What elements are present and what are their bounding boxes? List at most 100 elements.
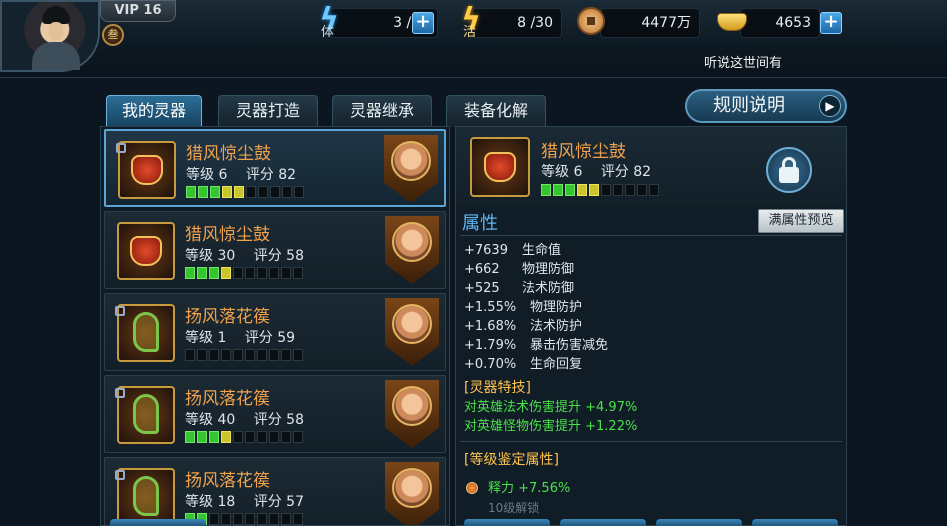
gold-ingot-icon [715, 5, 749, 39]
hero-portrait-icon[interactable] [385, 298, 439, 366]
artifact-name: 扬风落花篌 [185, 471, 270, 491]
tab-my-artifacts[interactable]: 我的灵器 [106, 95, 202, 127]
bottom-action-button[interactable] [752, 519, 838, 526]
hero-portrait-icon[interactable] [384, 135, 438, 203]
rules-button[interactable]: 规则说明 ▶ [685, 89, 847, 123]
artifact-list-item[interactable]: 扬风落花篌 等级 18 评分 57 [104, 457, 446, 525]
progress-pip [281, 513, 291, 525]
progress-pip [197, 349, 207, 361]
artifact-level: 等级 6 [186, 167, 228, 183]
rank-badge: 叁 [102, 24, 124, 46]
skill-list: 对英雄法术伤害提升 +4.97% 对英雄怪物伤害提升 +1.22% [464, 398, 637, 436]
progress-pip [197, 267, 207, 279]
coin-value: 4477万 [641, 15, 691, 31]
progress-pip [221, 267, 231, 279]
rules-button-label: 规则说明 [713, 95, 785, 116]
lock-icon [115, 388, 125, 398]
progress-pip [245, 349, 255, 361]
attribute-row: +7639 生命值 [464, 243, 562, 258]
artifact-level: 等级 40 [185, 412, 236, 428]
add-ingot-button[interactable]: + [820, 12, 842, 34]
progress-pip [577, 184, 587, 196]
attribute-row: +1.55% 物理防护 [464, 300, 583, 315]
bottom-action-button[interactable] [110, 519, 206, 526]
progress-pip [625, 184, 635, 196]
progress-pip [281, 349, 291, 361]
artifact-list-item[interactable]: 猎风惊尘鼓 等级 6 评分 82 [104, 129, 446, 207]
progress-pip [269, 267, 279, 279]
progress-pip [245, 431, 255, 443]
lock-toggle-button[interactable] [766, 147, 812, 193]
top-bar: VIP 16 叁 ϟ体 3 /60 + ϟ活 8 /30 4477万 4653 … [0, 0, 947, 78]
bottom-action-button[interactable] [464, 519, 550, 526]
progress-pip [233, 267, 243, 279]
grade-attribute-heading: [等级鉴定属性] [464, 452, 559, 468]
upgrade-progress-pips [185, 267, 303, 279]
artifact-name: 扬风落花篌 [185, 389, 270, 409]
attribute-row: +525 法术防御 [464, 281, 575, 296]
progress-pip [186, 186, 196, 198]
progress-pip [209, 267, 219, 279]
progress-pip [221, 513, 231, 525]
progress-pip [293, 431, 303, 443]
progress-pip [257, 267, 267, 279]
chevron-right-icon: ▶ [819, 95, 841, 117]
detail-progress-pips [541, 184, 659, 196]
hero-portrait-icon[interactable] [385, 216, 439, 284]
progress-pip [565, 184, 575, 196]
lock-icon [116, 143, 126, 153]
progress-pip [185, 431, 195, 443]
lock-icon [115, 470, 125, 480]
progress-pip [293, 349, 303, 361]
progress-pip [269, 431, 279, 443]
progress-pip [245, 267, 255, 279]
detail-level: 等级 6 [541, 164, 583, 180]
artifact-list[interactable]: 猎风惊尘鼓 等级 6 评分 82 猎风惊尘鼓 等级 30 评分 58 扬风落花篌… [100, 126, 450, 526]
artifact-score: 评分 82 [245, 167, 297, 183]
artifact-list-item[interactable]: 扬风落花篌 等级 1 评分 59 [104, 293, 446, 371]
progress-pip [294, 186, 304, 198]
vip-badge[interactable]: VIP 16 [100, 0, 176, 22]
artifact-list-item[interactable]: 扬风落花篌 等级 40 评分 58 [104, 375, 446, 453]
progress-pip [601, 184, 611, 196]
progress-pip [234, 186, 244, 198]
detail-score: 评分 82 [600, 164, 652, 180]
upgrade-progress-pips [186, 186, 304, 198]
progress-pip [257, 431, 267, 443]
vigor-bolt-icon: ϟ活 [461, 2, 481, 41]
announcement-marquee: 听说这世间有 [704, 56, 783, 71]
tab-artifact-inherit[interactable]: 灵器继承 [332, 95, 432, 127]
artifact-score: 评分 58 [253, 412, 304, 428]
divider [460, 235, 842, 236]
artifact-score: 评分 58 [253, 248, 304, 264]
progress-pip [281, 431, 291, 443]
full-attribute-preview-button[interactable]: 满属性预览 [758, 209, 844, 233]
artifact-score: 评分 59 [244, 330, 296, 346]
grade-unlock-hint: 10级解锁 [488, 501, 540, 515]
progress-pip [541, 184, 551, 196]
progress-pip [245, 513, 255, 525]
war-drum-icon [470, 137, 530, 197]
progress-pip [185, 267, 195, 279]
artifact-level: 等级 1 [185, 330, 227, 346]
artifact-name: 猎风惊尘鼓 [186, 144, 271, 164]
harp-icon [117, 386, 175, 444]
bottom-action-button[interactable] [560, 519, 646, 526]
progress-pip [257, 513, 267, 525]
artifact-detail-panel: 猎风惊尘鼓 等级 6 评分 82 属性 满属性预览 +7639 生命值 +662 物… [455, 126, 847, 526]
orange-gem-icon [466, 482, 478, 494]
bottom-action-button[interactable] [656, 519, 742, 526]
lock-icon [115, 306, 125, 316]
ingot-value: 4653 [775, 15, 811, 31]
add-stamina-button[interactable]: + [412, 12, 434, 34]
attribute-row: +0.70% 生命回复 [464, 357, 583, 372]
harp-icon [117, 468, 175, 525]
harp-icon [117, 304, 175, 362]
hero-portrait-icon[interactable] [385, 380, 439, 448]
hero-portrait-icon[interactable] [385, 462, 439, 525]
artifact-list-item[interactable]: 猎风惊尘鼓 等级 30 评分 58 [104, 211, 446, 289]
progress-pip [246, 186, 256, 198]
tab-equipment-dismantle[interactable]: 装备化解 [446, 95, 546, 127]
player-avatar[interactable] [0, 0, 100, 72]
tab-artifact-forge[interactable]: 灵器打造 [218, 95, 318, 127]
